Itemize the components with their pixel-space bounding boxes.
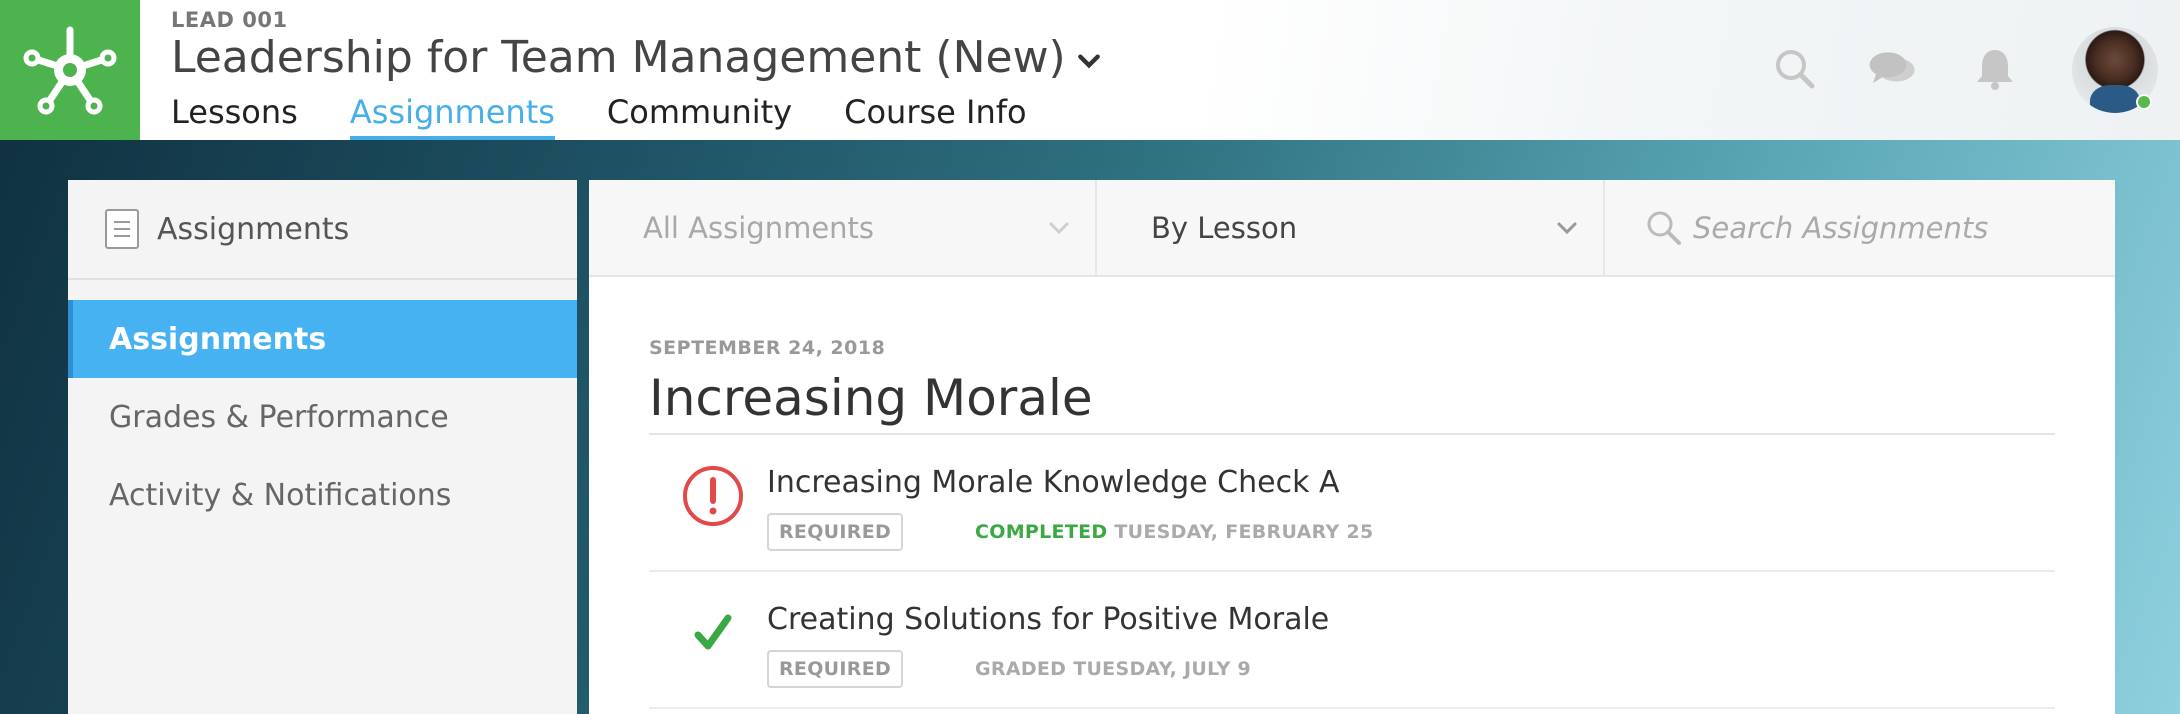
search-icon[interactable] — [1770, 44, 1820, 94]
logo-icon — [23, 26, 117, 115]
chat-icon[interactable] — [1868, 44, 1918, 94]
sidebar-header: Assignments — [68, 180, 577, 280]
alert-circle-icon — [683, 466, 743, 526]
course-title-text: Leadership for Team Management (New) — [171, 32, 1066, 83]
nav-community[interactable]: Community — [607, 92, 792, 140]
chevron-down-icon — [1557, 222, 1577, 234]
online-status-indicator — [2136, 94, 2152, 110]
assignment-row[interactable]: Increasing Morale Knowledge Check A REQU… — [649, 435, 2055, 572]
sidebar-menu: Assignments Grades & Performance Activit… — [68, 280, 577, 534]
assignment-name[interactable]: Increasing Morale Knowledge Check A — [767, 465, 1340, 500]
course-nav: Lessons Assignments Community Course Inf… — [171, 92, 1079, 140]
status-date: TUESDAY, JULY 9 — [1073, 658, 1252, 680]
filter-bar: All Assignments By Lesson Search Assignm… — [589, 180, 2115, 277]
chevron-down-icon — [1077, 54, 1100, 68]
brand-logo[interactable] — [0, 0, 140, 140]
assignments-sidebar: Assignments Assignments Grades & Perform… — [68, 180, 577, 714]
nav-assignments[interactable]: Assignments — [349, 92, 555, 140]
assignment-name[interactable]: Creating Solutions for Positive Morale — [767, 602, 1329, 637]
bell-icon[interactable] — [1970, 44, 2020, 94]
sidebar-item-assignments[interactable]: Assignments — [68, 300, 577, 378]
top-header: LEAD 001 Leadership for Team Management … — [0, 0, 2180, 140]
lesson-title: Increasing Morale — [649, 369, 2055, 435]
sidebar-item-grades-performance[interactable]: Grades & Performance — [68, 378, 577, 456]
status-word: GRADED — [975, 658, 1067, 680]
course-title-dropdown[interactable]: Leadership for Team Management (New) — [171, 32, 1102, 83]
assignment-type-select[interactable]: All Assignments — [589, 180, 1097, 275]
lesson-group: SEPTEMBER 24, 2018 Increasing Morale Inc… — [589, 277, 2115, 709]
group-by-value: By Lesson — [1151, 210, 1298, 245]
status-word: COMPLETED — [975, 521, 1108, 543]
search-assignments-input[interactable]: Search Assignments — [1605, 180, 2115, 275]
nav-lessons[interactable]: Lessons — [171, 92, 298, 140]
required-badge: REQUIRED — [767, 513, 904, 551]
checkmark-icon — [694, 614, 732, 650]
document-icon — [105, 209, 139, 249]
assignments-panel: All Assignments By Lesson Search Assignm… — [589, 180, 2115, 714]
assignment-status: COMPLETED TUESDAY, FEBRUARY 25 — [975, 521, 1374, 543]
nav-course-info[interactable]: Course Info — [844, 92, 1026, 140]
status-date: TUESDAY, FEBRUARY 25 — [1114, 521, 1374, 543]
sidebar-item-activity-notifications[interactable]: Activity & Notifications — [68, 456, 577, 534]
assignment-type-value: All Assignments — [643, 210, 875, 245]
course-code: LEAD 001 — [171, 8, 288, 32]
chevron-down-icon — [1049, 222, 1069, 234]
search-placeholder: Search Assignments — [1693, 210, 1989, 245]
sidebar-title: Assignments — [157, 211, 350, 247]
group-by-select[interactable]: By Lesson — [1097, 180, 1605, 275]
assignment-row[interactable]: Creating Solutions for Positive Morale R… — [649, 572, 2055, 709]
lesson-date: SEPTEMBER 24, 2018 — [649, 337, 886, 359]
required-badge: REQUIRED — [767, 650, 904, 688]
search-icon — [1647, 211, 1681, 245]
assignment-status: GRADED TUESDAY, JULY 9 — [975, 658, 1251, 680]
